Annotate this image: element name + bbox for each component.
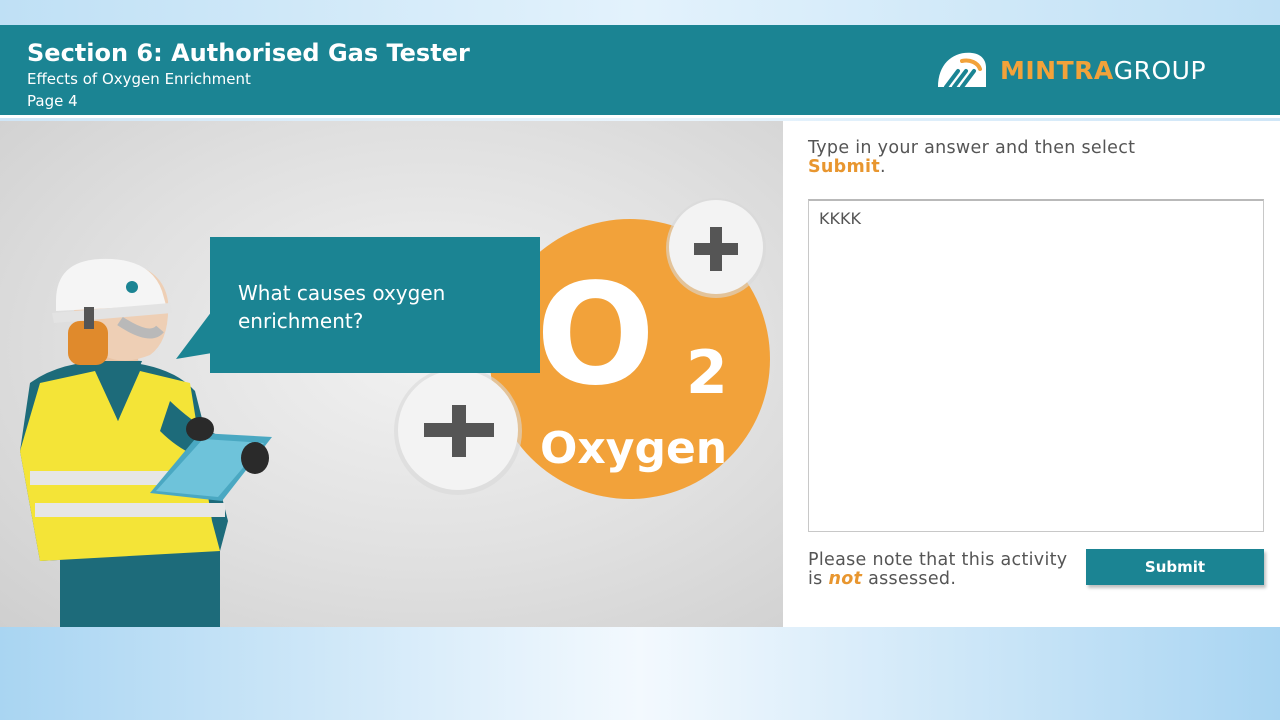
oxygen-label: Oxygen — [540, 423, 727, 474]
bottom-background-strip — [0, 627, 1280, 720]
mintra-logo-icon — [938, 52, 986, 89]
question-bubble: What causes oxygen enrichment? — [210, 237, 540, 373]
page-indicator: Page 4 — [27, 92, 78, 110]
assessment-note: Please note that this activity is not as… — [808, 551, 1078, 589]
topic-subtitle: Effects of Oxygen Enrichment — [27, 70, 251, 88]
answer-panel: Type in your answer and then select Subm… — [783, 121, 1280, 627]
plus-icon — [666, 198, 766, 298]
scenario-illustration: O 2 Oxygen What causes oxygen enrichment… — [0, 121, 783, 627]
instruction-prefix: Type in your answer and then select — [808, 138, 1136, 158]
plus-icon — [394, 367, 522, 495]
answer-input[interactable] — [808, 199, 1264, 532]
instruction-keyword: Submit — [808, 157, 880, 177]
note-suffix: assessed. — [868, 569, 957, 589]
mintra-logo: MINTRAGROUP — [932, 47, 1206, 93]
logo-text-mintra: MINTRA — [1000, 55, 1114, 85]
speech-bubble-tail — [176, 311, 212, 359]
instruction-text: Type in your answer and then select Subm… — [808, 139, 1268, 177]
top-background-strip — [0, 0, 1280, 25]
logo-text-group: GROUP — [1113, 55, 1207, 85]
o2-symbol: O — [536, 254, 655, 417]
scene-graphics: O 2 Oxygen — [20, 198, 770, 627]
instruction-suffix: . — [880, 157, 886, 177]
note-emphasis: not — [828, 569, 863, 589]
section-title: Section 6: Authorised Gas Tester — [27, 39, 470, 67]
submit-button[interactable]: Submit — [1086, 549, 1264, 585]
o2-subscript: 2 — [686, 338, 728, 408]
logo-wordmark: MINTRAGROUP — [1000, 56, 1206, 85]
course-header: Section 6: Authorised Gas Tester Effects… — [0, 25, 1280, 118]
